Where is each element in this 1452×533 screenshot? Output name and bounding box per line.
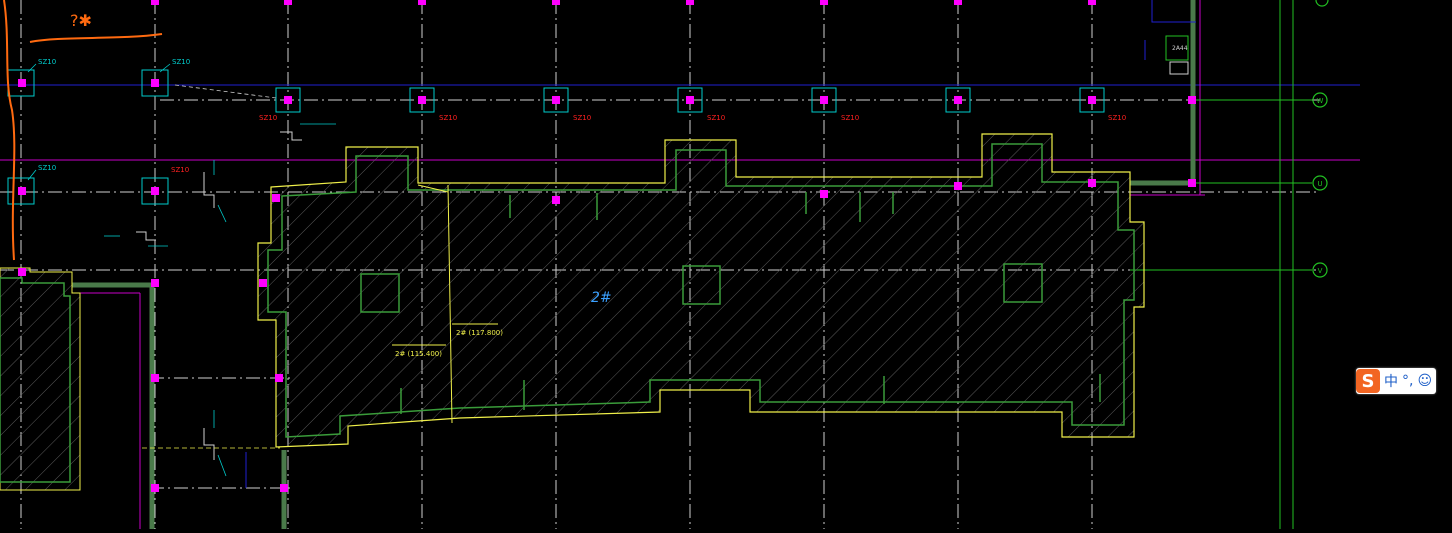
axis-bubble: [1312, 0, 1329, 278]
svg-text:SZ10: SZ10: [172, 58, 190, 66]
svg-text:SZ10: SZ10: [171, 166, 189, 174]
building-2-outline: [257, 133, 1145, 448]
orange-markup: [3, 0, 163, 261]
svg-text:SZ10: SZ10: [38, 164, 56, 172]
svg-text:SZ10: SZ10: [259, 114, 277, 122]
svg-text:SZ10: SZ10: [573, 114, 591, 122]
ime-emoji-icon[interactable]: ☺: [1417, 373, 1432, 389]
ime-logo-icon[interactable]: S: [1356, 369, 1380, 393]
ime-punctuation-toggle[interactable]: °,: [1402, 373, 1413, 389]
detail-box: [1144, 0, 1196, 75]
right-side-panel: [1360, 0, 1452, 529]
svg-text:SZ10: SZ10: [38, 58, 56, 66]
detail-note: 2A44: [1172, 45, 1188, 52]
svg-text:SZ10: SZ10: [841, 114, 859, 122]
column-tag: SZ10 SZ10 SZ10 SZ10 SZ10 SZ10 SZ10 SZ10 …: [38, 58, 1126, 174]
building-label: 2#: [591, 290, 612, 306]
handwritten-mark: ?✱: [70, 11, 92, 30]
svg-text:SZ10: SZ10: [1108, 114, 1126, 122]
ime-toolbar[interactable]: S 中 °, ☺: [1356, 368, 1437, 394]
left-building-outline: [0, 267, 81, 491]
cad-drawing-canvas[interactable]: W U V 2# 2# (115.400) 2# (117.800) SZ10 …: [0, 0, 1360, 529]
elevation-label: 2# (115.400): [395, 350, 442, 358]
axis-bubble-label: V: [1318, 267, 1323, 275]
axis-extension: [1130, 0, 1312, 529]
axis-bubble-label: W: [1317, 97, 1324, 105]
ime-language-toggle[interactable]: 中: [1384, 371, 1398, 391]
svg-text:SZ10: SZ10: [439, 114, 457, 122]
svg-text:SZ10: SZ10: [707, 114, 725, 122]
elevation-label: 2# (117.800): [456, 329, 503, 337]
axis-bubble-label: U: [1317, 180, 1322, 188]
